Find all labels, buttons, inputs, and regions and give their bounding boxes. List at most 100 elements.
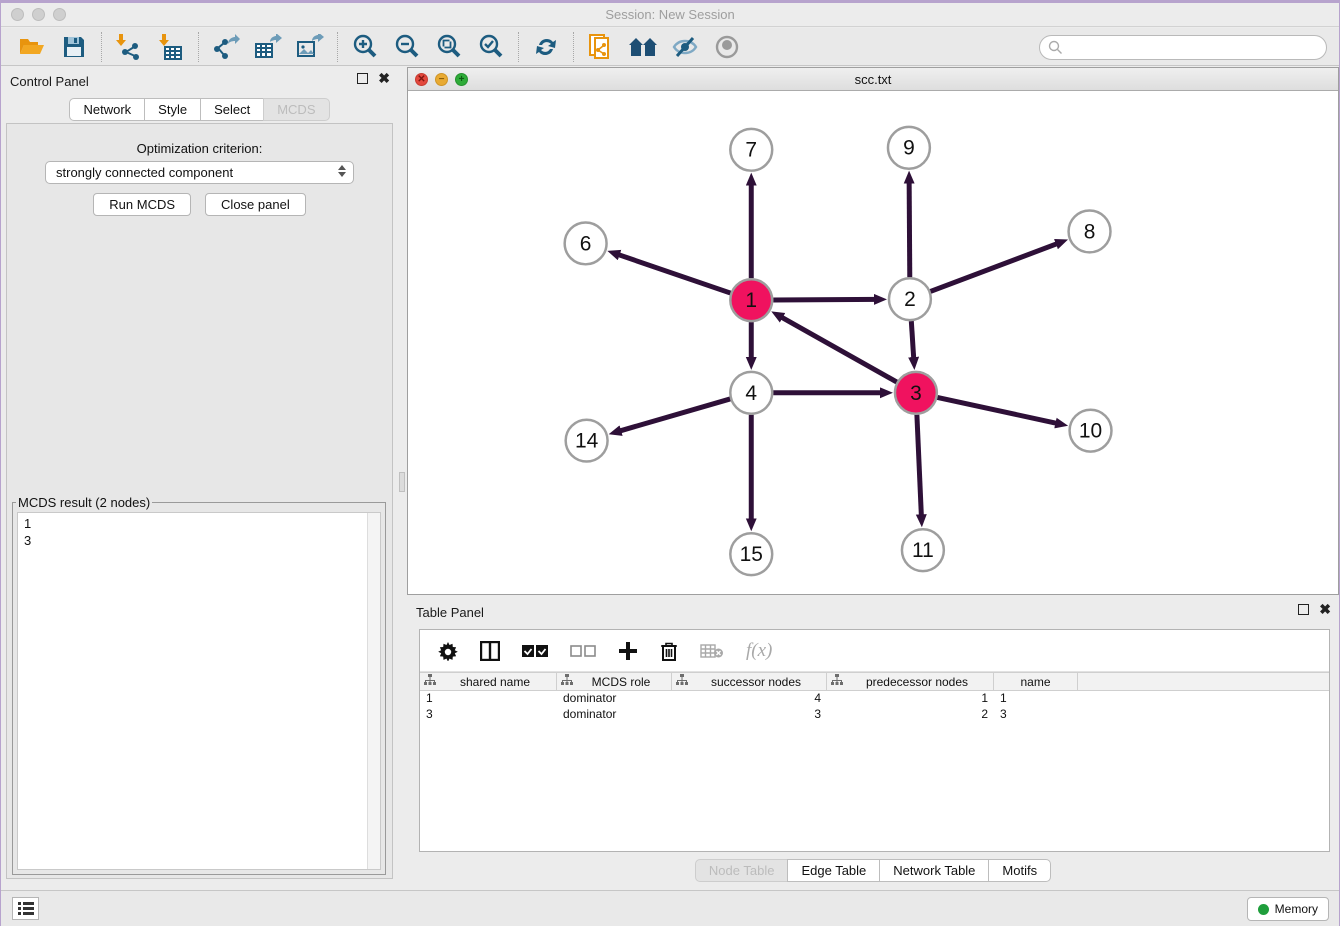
graph-node-2[interactable]: 2	[889, 278, 931, 320]
edge-3-11[interactable]	[917, 415, 922, 518]
select-all-checkboxes-icon[interactable]	[522, 644, 548, 658]
table-cell[interactable]: 3	[672, 707, 827, 723]
refresh-layout-icon[interactable]	[525, 31, 567, 63]
graph-node-4[interactable]: 4	[730, 372, 772, 414]
table-cell[interactable]: dominator	[557, 707, 672, 723]
node-label-6: 6	[580, 232, 592, 255]
export-network-icon[interactable]	[205, 31, 247, 63]
save-session-icon[interactable]	[53, 31, 95, 63]
node-label-10: 10	[1079, 420, 1102, 443]
home-layout-icon[interactable]	[622, 31, 664, 63]
edge-2-3[interactable]	[911, 321, 913, 360]
graph-node-1[interactable]: 1	[730, 279, 772, 321]
toolbar-separator	[337, 32, 338, 62]
table-rows: 1dominator4113dominator323	[420, 691, 1329, 723]
shared-column-icon	[424, 674, 438, 689]
table-tab-edge-table[interactable]: Edge Table	[787, 859, 880, 882]
edge-3-10[interactable]	[937, 397, 1058, 423]
graph-node-7[interactable]: 7	[730, 129, 772, 171]
table-cell[interactable]: 1	[994, 691, 1078, 707]
search-input[interactable]	[1039, 35, 1327, 60]
edge-2-8[interactable]	[930, 243, 1058, 291]
zoom-in-icon[interactable]	[344, 31, 386, 63]
close-table-panel-icon[interactable]: ✖	[1319, 604, 1331, 615]
split-columns-icon[interactable]	[480, 641, 500, 661]
hide-panel-eye-icon[interactable]	[664, 31, 706, 63]
table-cell[interactable]: 3	[420, 707, 557, 723]
statusbar: Memory	[1, 890, 1339, 926]
graph-node-9[interactable]: 9	[888, 127, 930, 169]
import-table-icon[interactable]	[150, 31, 192, 63]
toolbar-separator	[101, 32, 102, 62]
mcds-result-textarea[interactable]: 1 3	[17, 512, 381, 870]
float-panel-icon[interactable]	[357, 73, 368, 84]
vertical-splitter[interactable]	[398, 67, 407, 890]
edge-1-6[interactable]	[617, 254, 731, 293]
zoom-selected-icon[interactable]	[470, 31, 512, 63]
table-cell[interactable]: 3	[994, 707, 1078, 723]
run-mcds-button[interactable]: Run MCDS	[93, 193, 191, 216]
export-table-icon[interactable]	[247, 31, 289, 63]
table-cell[interactable]: 4	[672, 691, 827, 707]
export-image-icon[interactable]	[289, 31, 331, 63]
edge-1-2[interactable]	[773, 299, 877, 300]
table-tab-motifs[interactable]: Motifs	[988, 859, 1051, 882]
close-panel-icon[interactable]: ✖	[378, 73, 390, 84]
control-panel-title: Control Panel	[10, 74, 89, 89]
table-cell[interactable]: 1	[827, 691, 994, 707]
control-tab-style[interactable]: Style	[144, 98, 201, 121]
splitter-grip[interactable]	[399, 472, 405, 492]
graph-node-8[interactable]: 8	[1069, 211, 1111, 253]
column-header-label: successor nodes	[690, 675, 822, 689]
select-spinner-icon	[338, 165, 346, 177]
table-settings-icon[interactable]	[438, 641, 458, 661]
task-history-button[interactable]	[12, 897, 39, 920]
float-table-panel-icon[interactable]	[1298, 604, 1309, 615]
edge-4-14[interactable]	[618, 399, 730, 432]
optimization-criterion-select[interactable]: strongly connected component	[45, 161, 354, 184]
graph-node-14[interactable]: 14	[566, 420, 608, 462]
import-network-icon[interactable]	[108, 31, 150, 63]
main-toolbar	[1, 28, 1339, 66]
column-header-successor-nodes[interactable]: successor nodes	[672, 673, 827, 690]
control-tab-network[interactable]: Network	[69, 98, 145, 121]
close-panel-button[interactable]: Close panel	[205, 193, 306, 216]
table-panel-title: Table Panel	[416, 605, 484, 620]
zoom-out-icon[interactable]	[386, 31, 428, 63]
graph-node-10[interactable]: 10	[1070, 410, 1112, 452]
zoom-fit-icon[interactable]	[428, 31, 470, 63]
control-tab-mcds[interactable]: MCDS	[263, 98, 329, 121]
column-header-name[interactable]: name	[994, 673, 1078, 690]
show-panel-eye-icon[interactable]	[706, 31, 748, 63]
memory-button[interactable]: Memory	[1247, 897, 1329, 921]
result-scrollbar[interactable]	[367, 513, 380, 869]
delete-table-icon[interactable]	[700, 643, 724, 659]
deselect-all-checkboxes-icon[interactable]	[570, 644, 596, 658]
add-column-icon[interactable]	[618, 641, 638, 661]
graph-node-15[interactable]: 15	[730, 533, 772, 575]
graph-node-3[interactable]: 3	[895, 372, 937, 414]
open-session-icon[interactable]	[11, 31, 53, 63]
edge-2-9[interactable]	[909, 181, 910, 278]
table-cell[interactable]: 2	[827, 707, 994, 723]
table-tab-node-table[interactable]: Node Table	[695, 859, 789, 882]
clone-network-icon[interactable]	[580, 31, 622, 63]
table-row[interactable]: 1dominator411	[420, 691, 1329, 707]
table-tab-network-table[interactable]: Network Table	[879, 859, 989, 882]
network-canvas[interactable]: 7 9 6 8 1 2 4 3 14 10 15 11	[408, 92, 1338, 594]
optimization-criterion-value: strongly connected component	[56, 165, 233, 180]
graph-node-6[interactable]: 6	[565, 222, 607, 264]
table-cell[interactable]: dominator	[557, 691, 672, 707]
column-header-shared-name[interactable]: shared name	[420, 673, 557, 690]
column-header-predecessor-nodes[interactable]: predecessor nodes	[827, 673, 994, 690]
column-header-MCDS-role[interactable]: MCDS role	[557, 673, 672, 690]
shared-column-icon	[561, 674, 575, 689]
function-builder-icon[interactable]: f(x)	[746, 640, 772, 662]
graph-node-11[interactable]: 11	[902, 529, 944, 571]
control-tab-select[interactable]: Select	[200, 98, 264, 121]
table-cell[interactable]: 1	[420, 691, 557, 707]
delete-column-icon[interactable]	[660, 641, 678, 661]
edge-3-1[interactable]	[780, 316, 897, 382]
table-row[interactable]: 3dominator323	[420, 707, 1329, 723]
network-window-titlebar[interactable]: ✕ − + scc.txt	[408, 68, 1338, 91]
